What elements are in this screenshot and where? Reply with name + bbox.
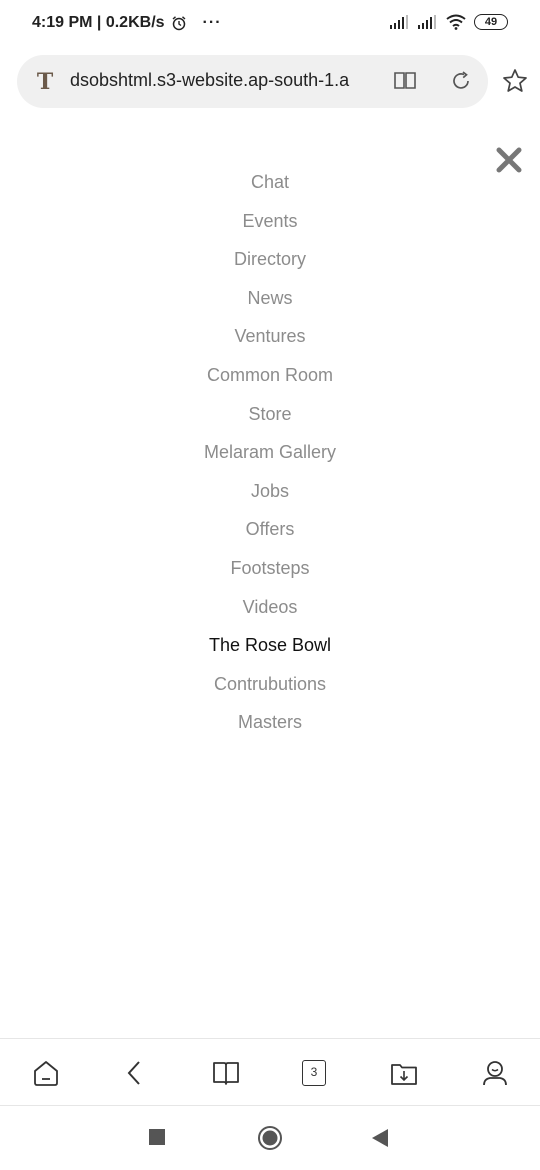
menu-item-masters[interactable]: Masters [0,703,540,742]
home-button-icon[interactable] [257,1125,283,1151]
menu-item-news[interactable]: News [0,279,540,318]
reader-mode-icon[interactable] [393,70,417,92]
menu-item-common-room[interactable]: Common Room [0,356,540,395]
signal-icon-1 [390,15,408,29]
menu-item-videos[interactable]: Videos [0,588,540,627]
menu-item-contrubutions[interactable]: Contrubutions [0,665,540,704]
menu-item-offers[interactable]: Offers [0,510,540,549]
site-favicon-icon: T [37,69,54,93]
reload-icon[interactable] [449,69,473,93]
tabs-button[interactable]: 3 [302,1060,326,1086]
menu-item-melaram-gallery[interactable]: Melaram Gallery [0,433,540,472]
time-speed-text: 4:19 PM | 0.2KB/s [32,14,165,31]
downloads-icon[interactable] [390,1059,418,1087]
more-notifications-icon: ··· [202,14,222,31]
status-left: 4:19 PM | 0.2KB/s ··· [32,14,222,32]
menu-item-chat[interactable]: Chat [0,163,540,202]
menu-item-the-rose-bowl[interactable]: The Rose Bowl [0,626,540,665]
menu-item-jobs[interactable]: Jobs [0,472,540,511]
url-text[interactable]: dsobshtml.s3-website.ap-south-1.a [70,70,385,94]
menu-item-ventures[interactable]: Ventures [0,317,540,356]
status-right: 49 [390,14,508,30]
wifi-icon [446,14,466,30]
menu-item-footsteps[interactable]: Footsteps [0,549,540,588]
svg-text:T: T [37,69,54,93]
system-nav-bar [0,1106,540,1170]
back-icon[interactable] [121,1059,149,1087]
back-button-icon[interactable] [371,1128,389,1148]
menu-item-directory[interactable]: Directory [0,240,540,279]
bookmark-star-icon[interactable] [502,68,528,94]
signal-icon-2 [418,15,436,29]
alarm-icon [172,16,185,31]
bookmarks-icon[interactable] [212,1059,240,1087]
address-bar[interactable]: T dsobshtml.s3-website.ap-south-1.a [17,55,488,108]
status-bar: 4:19 PM | 0.2KB/s ··· 49 [0,0,540,48]
menu-item-events[interactable]: Events [0,202,540,241]
recents-icon[interactable] [149,1129,165,1145]
battery-icon: 49 [474,14,508,30]
browser-bottom-nav: 3 [0,1038,540,1106]
home-icon[interactable] [32,1059,60,1087]
navigation-menu: Chat Events Directory News Ventures Common Ro… [0,163,540,742]
profile-icon[interactable] [481,1059,509,1087]
menu-item-store[interactable]: Store [0,395,540,434]
